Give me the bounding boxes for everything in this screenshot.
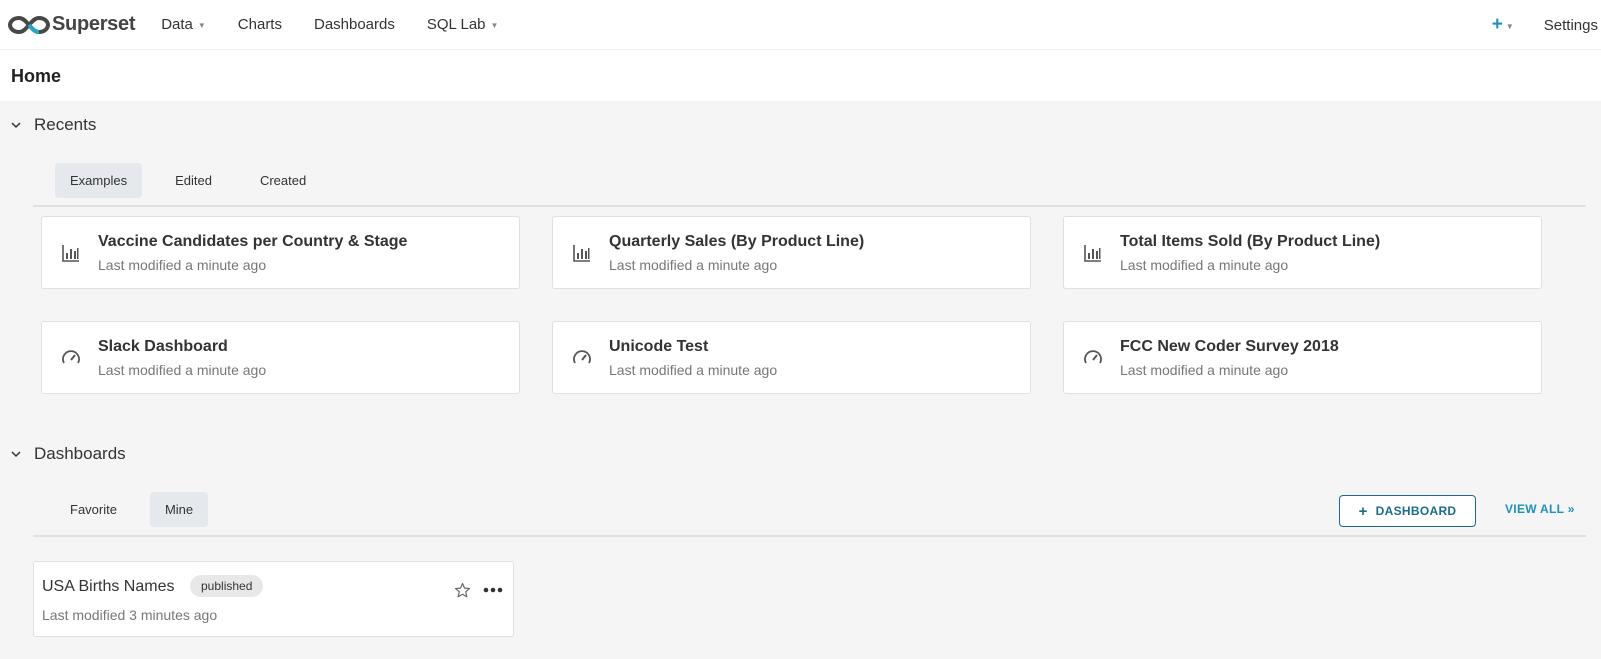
status-badge: published xyxy=(190,575,264,597)
add-dashboard-label: DASHBOARD xyxy=(1375,504,1457,518)
dashboard-gauge-icon xyxy=(1084,350,1102,364)
recent-card-title: Unicode Test xyxy=(609,338,709,355)
dashboard-gauge-icon xyxy=(62,350,80,364)
view-all-link[interactable]: VIEW ALL » xyxy=(1505,502,1575,516)
bar-chart-icon xyxy=(62,245,79,262)
more-options-icon[interactable] xyxy=(482,583,504,597)
add-dashboard-button[interactable]: + DASHBOARD xyxy=(1339,495,1476,527)
recent-card-subtitle: Last modified a minute ago xyxy=(609,257,778,273)
menu-dashboards[interactable]: Dashboards xyxy=(314,16,395,33)
recent-card-subtitle: Last modified a minute ago xyxy=(1120,362,1289,378)
tab-favorite[interactable]: Favorite xyxy=(55,492,132,527)
recent-card[interactable]: Vaccine Candidates per Country & Stage L… xyxy=(41,216,520,289)
recent-card-title: Slack Dashboard xyxy=(98,338,228,355)
dashboards-section-header[interactable]: Dashboards xyxy=(10,444,126,464)
menu-dashboards-label: Dashboards xyxy=(313,16,395,33)
bar-chart-icon xyxy=(573,245,590,262)
title-bar: Home xyxy=(0,50,1601,101)
tab-mine[interactable]: Mine xyxy=(149,492,209,527)
dashboard-card-subtitle: Last modified 3 minutes ago xyxy=(42,607,218,623)
caret-down-icon: ▼ xyxy=(490,21,499,30)
recents-section-header[interactable]: Recents xyxy=(10,115,96,135)
tab-examples[interactable]: Examples xyxy=(55,163,143,198)
recents-header-label: Recents xyxy=(34,115,97,134)
brand[interactable]: Superset xyxy=(8,13,135,36)
dashboard-card: USA Births Names published Last modified… xyxy=(33,561,514,637)
recent-card-subtitle: Last modified a minute ago xyxy=(98,362,267,378)
recent-card[interactable]: Slack Dashboard Last modified a minute a… xyxy=(41,321,520,394)
recents-divider xyxy=(33,205,1586,207)
recent-card[interactable]: Unicode Test Last modified a minute ago xyxy=(552,321,1031,394)
recent-card[interactable]: Total Items Sold (By Product Line) Last … xyxy=(1063,216,1542,289)
chevron-down-icon xyxy=(11,122,21,129)
recent-card-subtitle: Last modified a minute ago xyxy=(609,362,778,378)
top-navbar: Superset Data ▼ Charts Dashboards SQL La… xyxy=(0,0,1601,50)
recent-card-title: Vaccine Candidates per Country & Stage xyxy=(98,233,408,250)
caret-down-icon: ▼ xyxy=(1505,21,1514,31)
chevron-down-icon xyxy=(11,451,21,458)
main-menu: Data ▼ Charts Dashboards SQL Lab ▼ xyxy=(161,16,530,33)
dashboards-divider xyxy=(33,535,1586,537)
menu-data-label: Data xyxy=(161,16,193,33)
brand-name: Superset xyxy=(52,13,136,35)
plus-icon: + xyxy=(1491,14,1503,35)
dashboards-tabs: Favorite Mine xyxy=(55,492,226,527)
superset-logo-icon xyxy=(8,15,50,34)
recents-tabs: Examples Edited Created xyxy=(55,163,339,198)
dashboards-header-label: Dashboards xyxy=(34,444,126,463)
recent-card-title: Total Items Sold (By Product Line) xyxy=(1120,233,1381,250)
menu-charts[interactable]: Charts xyxy=(238,16,282,33)
recent-card-title: FCC New Coder Survey 2018 xyxy=(1120,338,1339,355)
bar-chart-icon xyxy=(1084,245,1101,262)
right-nav: + ▼ Settings xyxy=(1492,0,1601,50)
recent-card[interactable]: FCC New Coder Survey 2018 Last modified … xyxy=(1063,321,1542,394)
star-icon[interactable] xyxy=(454,582,471,599)
menu-data[interactable]: Data ▼ xyxy=(161,16,206,33)
menu-charts-label: Charts xyxy=(237,16,282,33)
dashboard-card-title[interactable]: USA Births Names xyxy=(42,578,174,596)
menu-sql-lab-label: SQL Lab xyxy=(426,16,486,33)
settings-menu[interactable]: Settings xyxy=(1544,17,1598,34)
plus-icon: + xyxy=(1358,502,1368,520)
caret-down-icon: ▼ xyxy=(197,21,206,30)
new-item-dropdown[interactable]: + ▼ xyxy=(1492,14,1514,36)
tab-edited[interactable]: Edited xyxy=(160,163,227,198)
menu-sql-lab[interactable]: SQL Lab ▼ xyxy=(427,16,499,33)
recent-card-subtitle: Last modified a minute ago xyxy=(98,257,267,273)
recent-card[interactable]: Quarterly Sales (By Product Line) Last m… xyxy=(552,216,1031,289)
tab-created[interactable]: Created xyxy=(245,163,321,198)
recent-card-subtitle: Last modified a minute ago xyxy=(1120,257,1289,273)
recent-card-title: Quarterly Sales (By Product Line) xyxy=(609,233,865,250)
dashboard-gauge-icon xyxy=(573,350,591,364)
page-title: Home xyxy=(11,66,62,86)
